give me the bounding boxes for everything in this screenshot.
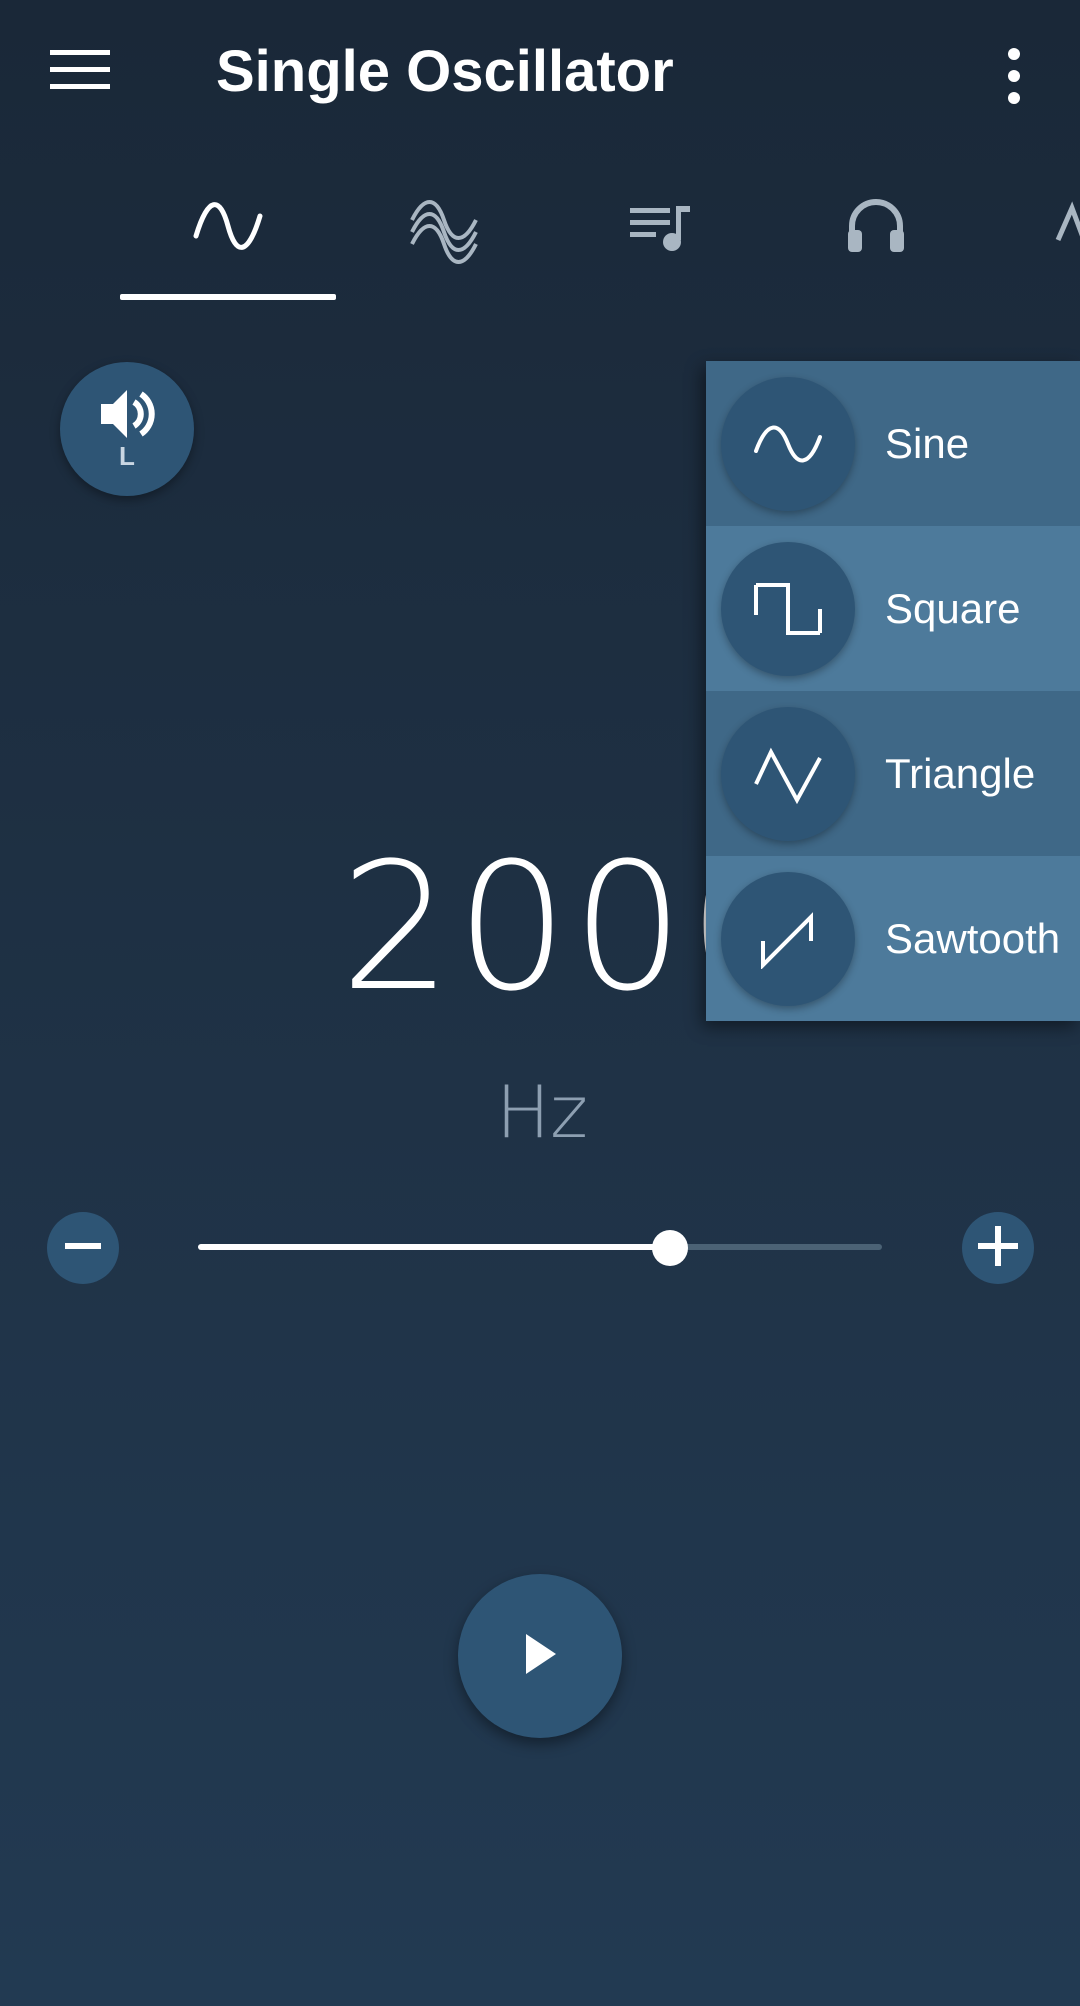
sine-wave-icon bbox=[721, 376, 855, 511]
playlist-music-icon bbox=[628, 180, 692, 261]
channel-button[interactable]: L bbox=[60, 362, 194, 496]
more-vertical-icon[interactable] bbox=[992, 44, 1036, 108]
square-wave-icon bbox=[721, 541, 855, 676]
frequency-unit: Hz bbox=[496, 1070, 588, 1154]
tab-headphones[interactable] bbox=[768, 180, 984, 300]
waveform-option-sine[interactable]: Sine bbox=[706, 361, 1080, 526]
speaker-volume-icon bbox=[97, 386, 157, 447]
waveform-option-triangle[interactable]: Triangle bbox=[706, 691, 1080, 856]
sawtooth-wave-icon bbox=[721, 871, 855, 1006]
waveform-label: Sine bbox=[885, 419, 970, 467]
waveform-menu: Sine Square Triangle Sawtooth bbox=[706, 361, 1080, 1021]
tab-playlist[interactable] bbox=[552, 180, 768, 300]
multi-wave-icon bbox=[408, 180, 480, 273]
play-button[interactable] bbox=[458, 1574, 622, 1738]
hamburger-menu-icon[interactable] bbox=[50, 48, 118, 100]
triangle-wave-icon bbox=[721, 706, 855, 841]
plus-icon bbox=[976, 1224, 1020, 1273]
tab-multi-wave[interactable] bbox=[336, 180, 552, 300]
increase-frequency-button[interactable] bbox=[962, 1212, 1034, 1284]
slider-thumb[interactable] bbox=[651, 1230, 688, 1266]
tab-indicator bbox=[120, 294, 336, 300]
frequency-slider[interactable] bbox=[198, 1244, 882, 1250]
waveform-label: Sawtooth bbox=[885, 914, 1061, 962]
headphones-icon bbox=[844, 180, 908, 261]
waveform-label: Square bbox=[885, 584, 1021, 632]
waveform-option-square[interactable]: Square bbox=[706, 526, 1080, 691]
tab-sweep[interactable] bbox=[984, 180, 1080, 300]
play-icon bbox=[520, 1632, 560, 1681]
minus-icon bbox=[63, 1226, 103, 1271]
waveform-label: Triangle bbox=[885, 749, 1036, 797]
decrease-frequency-button[interactable] bbox=[47, 1212, 119, 1284]
tab-sine[interactable] bbox=[120, 180, 336, 300]
slider-fill bbox=[198, 1244, 670, 1250]
channel-label: L bbox=[119, 441, 135, 471]
sine-wave-icon bbox=[192, 180, 264, 261]
sweep-icon bbox=[1054, 180, 1080, 261]
page-title: Single Oscillator bbox=[216, 39, 674, 104]
waveform-option-sawtooth[interactable]: Sawtooth bbox=[706, 856, 1080, 1021]
